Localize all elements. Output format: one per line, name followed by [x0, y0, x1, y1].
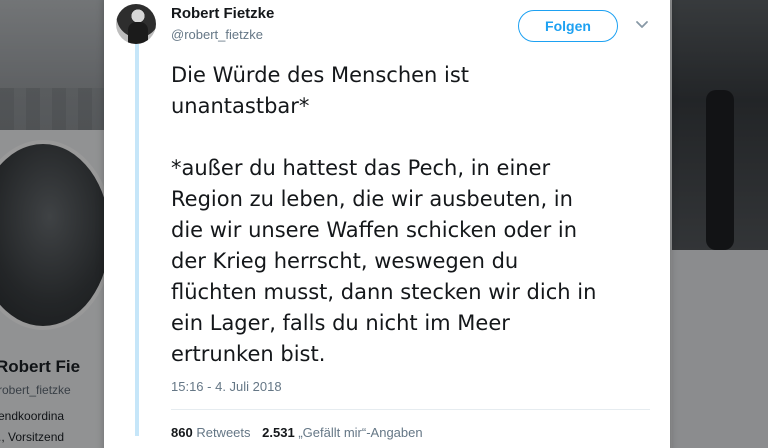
divider	[171, 409, 650, 410]
tweet-text: Die Würde des Menschen ist unantastbar* …	[171, 60, 649, 370]
tweet-text-line: *außer du hattest das Pech, in einer	[171, 156, 551, 180]
tweet-text-line: ertrunken bist.	[171, 342, 326, 366]
tweet-text-line: Region zu leben, die wir ausbeuten, in	[171, 187, 573, 211]
likes-label: „Gefällt mir“-Angaben	[298, 425, 423, 440]
tweet-text-line: flüchten musst, dann stecken wir dich in	[171, 280, 597, 304]
chevron-down-icon[interactable]	[634, 16, 650, 32]
tweet-text-line: der Krieg herrscht, weswegen du	[171, 249, 519, 273]
retweets-stat[interactable]: 860 Retweets	[171, 425, 251, 440]
author-avatar[interactable]	[116, 4, 156, 44]
likes-count: 2.531	[262, 425, 295, 440]
author-name[interactable]: Robert Fietzke	[171, 5, 274, 22]
retweets-count: 860	[171, 425, 193, 440]
retweets-label: Retweets	[196, 425, 251, 440]
tweet-stats: 860 Retweets 2.531 „Gefällt mir“-Angaben	[171, 425, 431, 440]
tweet-text-line: ein Lager, falls du nicht im Meer	[171, 311, 510, 335]
tweet-text-line: die wir unsere Waffen schicken oder in	[171, 218, 578, 242]
thread-line	[135, 44, 139, 436]
follow-button[interactable]: Folgen	[518, 10, 618, 42]
tweet-timestamp[interactable]: 15:16 - 4. Juli 2018	[171, 379, 282, 394]
tweet-text-line: Die Würde des Menschen ist	[171, 63, 470, 87]
tweet-text-line: unantastbar*	[171, 94, 310, 118]
likes-stat[interactable]: 2.531 „Gefällt mir“-Angaben	[262, 425, 422, 440]
author-handle[interactable]: @robert_fietzke	[171, 27, 263, 42]
